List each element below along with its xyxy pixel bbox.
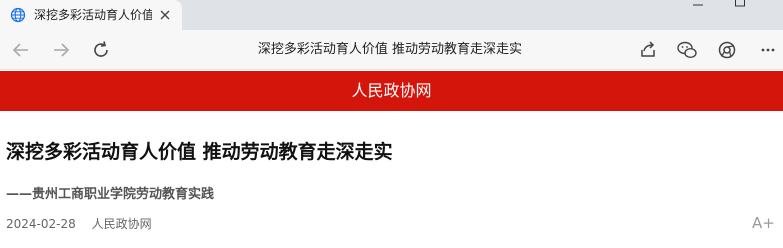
- browser-toolbar: 深挖多彩活动育人价值 推动劳动教育走深走实: [0, 30, 783, 70]
- reload-icon[interactable]: [89, 38, 113, 62]
- wechat-icon[interactable]: [675, 38, 699, 62]
- article-subheadline: ——贵州工商职业学院劳动教育实践: [6, 187, 215, 202]
- tab-title: 深挖多彩活动育人价值: [34, 8, 152, 22]
- article-date: 2024-02-28: [6, 217, 76, 231]
- close-icon[interactable]: [157, 7, 173, 23]
- maximize-icon[interactable]: [722, 0, 758, 30]
- share-icon[interactable]: [636, 38, 660, 62]
- minimize-icon[interactable]: [680, 0, 716, 30]
- article-source: 人民政协网: [91, 217, 152, 231]
- page-title: 深挖多彩活动育人价值 推动劳动教育走深走实: [257, 42, 523, 57]
- more-icon[interactable]: [755, 38, 779, 62]
- article-headline: 深挖多彩活动育人价值 推动劳动教育走深走实: [6, 141, 393, 163]
- back-arrow-icon[interactable]: [9, 38, 33, 62]
- site-header: 人民政协网: [0, 71, 783, 111]
- article-meta: 2024-02-28 人民政协网: [6, 216, 152, 232]
- site-name[interactable]: 人民政协网: [0, 71, 783, 111]
- browser-icon[interactable]: [715, 38, 739, 62]
- tab-strip: 深挖多彩活动育人价值: [0, 0, 783, 30]
- forward-arrow-icon[interactable]: [49, 38, 73, 62]
- globe-icon: [10, 7, 26, 23]
- active-tab[interactable]: 深挖多彩活动育人价值: [0, 0, 182, 30]
- font-size-increase-button[interactable]: A+: [752, 214, 775, 232]
